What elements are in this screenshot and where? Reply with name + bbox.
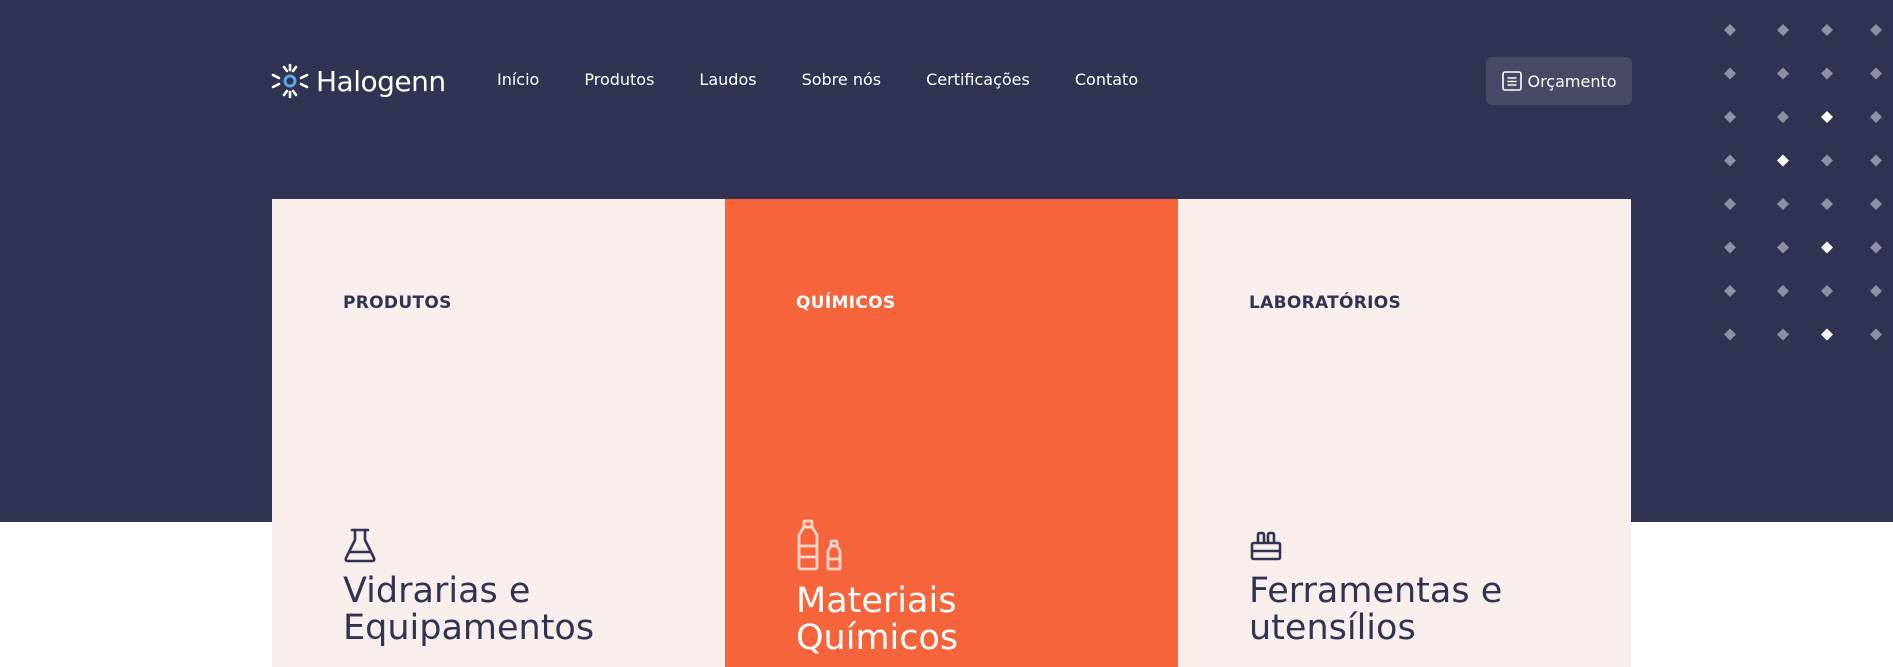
card-title: Materiais Químicos: [796, 583, 958, 657]
diamond-dot: [1821, 67, 1833, 80]
diamond-dot: [1821, 24, 1833, 36]
nav-item-contato[interactable]: Contato: [1075, 70, 1138, 89]
card-vidrarias[interactable]: PRODUTOS Vidrarias e Equipamentos: [272, 199, 725, 667]
diamond-dot: [1777, 154, 1789, 167]
diamond-dot: [1870, 67, 1882, 80]
diamond-dot: [1821, 198, 1833, 210]
brand-logo[interactable]: Halogenn: [271, 62, 446, 100]
main-nav: Início Produtos Laudos Sobre nós Certifi…: [497, 70, 1183, 89]
nav-item-inicio[interactable]: Início: [497, 70, 539, 89]
diamond-dot: [1821, 241, 1833, 254]
diamond-dot: [1724, 198, 1736, 210]
category-cards: PRODUTOS Vidrarias e Equipamentos QUÍMIC…: [272, 199, 1631, 667]
quote-button[interactable]: Orçamento: [1486, 57, 1632, 105]
diamond-dot: [1724, 241, 1736, 254]
diamond-dot: [1724, 67, 1736, 80]
diamond-dot: [1724, 328, 1736, 341]
card-category: LABORATÓRIOS: [1249, 293, 1402, 313]
bottles-icon: [797, 519, 842, 571]
diamond-dot: [1870, 24, 1882, 36]
card-category: QUÍMICOS: [796, 293, 896, 313]
diamond-dot: [1724, 24, 1736, 36]
diamond-dot: [1777, 111, 1789, 123]
flask-icon: [344, 528, 376, 563]
card-title: Ferramentas e utensílios: [1249, 573, 1502, 647]
card-quimicos[interactable]: QUÍMICOS Materiais Químicos: [725, 199, 1178, 667]
diamond-dot: [1777, 285, 1789, 297]
card-title-line: Equipamentos: [343, 608, 595, 648]
nav-item-laudos[interactable]: Laudos: [699, 70, 756, 89]
diamond-dot: [1870, 198, 1882, 210]
card-title: Vidrarias e Equipamentos: [343, 573, 594, 647]
diamond-dot: [1777, 198, 1789, 210]
diamond-dot: [1821, 111, 1833, 123]
diamond-dot: [1870, 285, 1882, 297]
nav-item-produtos[interactable]: Produtos: [584, 70, 654, 89]
diamond-dot: [1870, 111, 1882, 123]
diamond-dot: [1724, 111, 1736, 123]
diamond-dot: [1870, 154, 1882, 167]
card-title-line: Químicos: [796, 618, 959, 658]
diamond-dot: [1777, 24, 1789, 36]
sparkle-logo-icon: [271, 63, 309, 99]
nav-item-sobre-nos[interactable]: Sobre nós: [802, 70, 882, 89]
diamond-dot: [1821, 154, 1833, 167]
quote-button-label: Orçamento: [1527, 71, 1617, 91]
card-category: PRODUTOS: [343, 293, 452, 313]
diamond-dot: [1777, 67, 1789, 80]
diamond-dot: [1870, 328, 1882, 341]
decorative-dot-grid: [1720, 22, 1893, 342]
tube-rack-icon: [1250, 531, 1282, 561]
diamond-dot: [1821, 328, 1833, 341]
brand-name: Halogenn: [316, 64, 446, 98]
diamond-dot: [1724, 285, 1736, 297]
card-laboratorios[interactable]: LABORATÓRIOS Ferramentas e utensílios: [1178, 199, 1631, 667]
diamond-dot: [1724, 154, 1736, 167]
nav-item-certificacoes[interactable]: Certificações: [926, 70, 1030, 89]
card-title-line: utensílios: [1249, 608, 1416, 648]
diamond-dot: [1821, 285, 1833, 297]
diamond-dot: [1777, 328, 1789, 341]
card-title-line: Materiais: [796, 581, 957, 621]
diamond-dot: [1870, 241, 1882, 254]
card-title-line: Ferramentas e: [1249, 571, 1503, 611]
card-title-line: Vidrarias e: [343, 571, 531, 611]
document-list-icon: [1502, 71, 1523, 91]
diamond-dot: [1777, 241, 1789, 254]
